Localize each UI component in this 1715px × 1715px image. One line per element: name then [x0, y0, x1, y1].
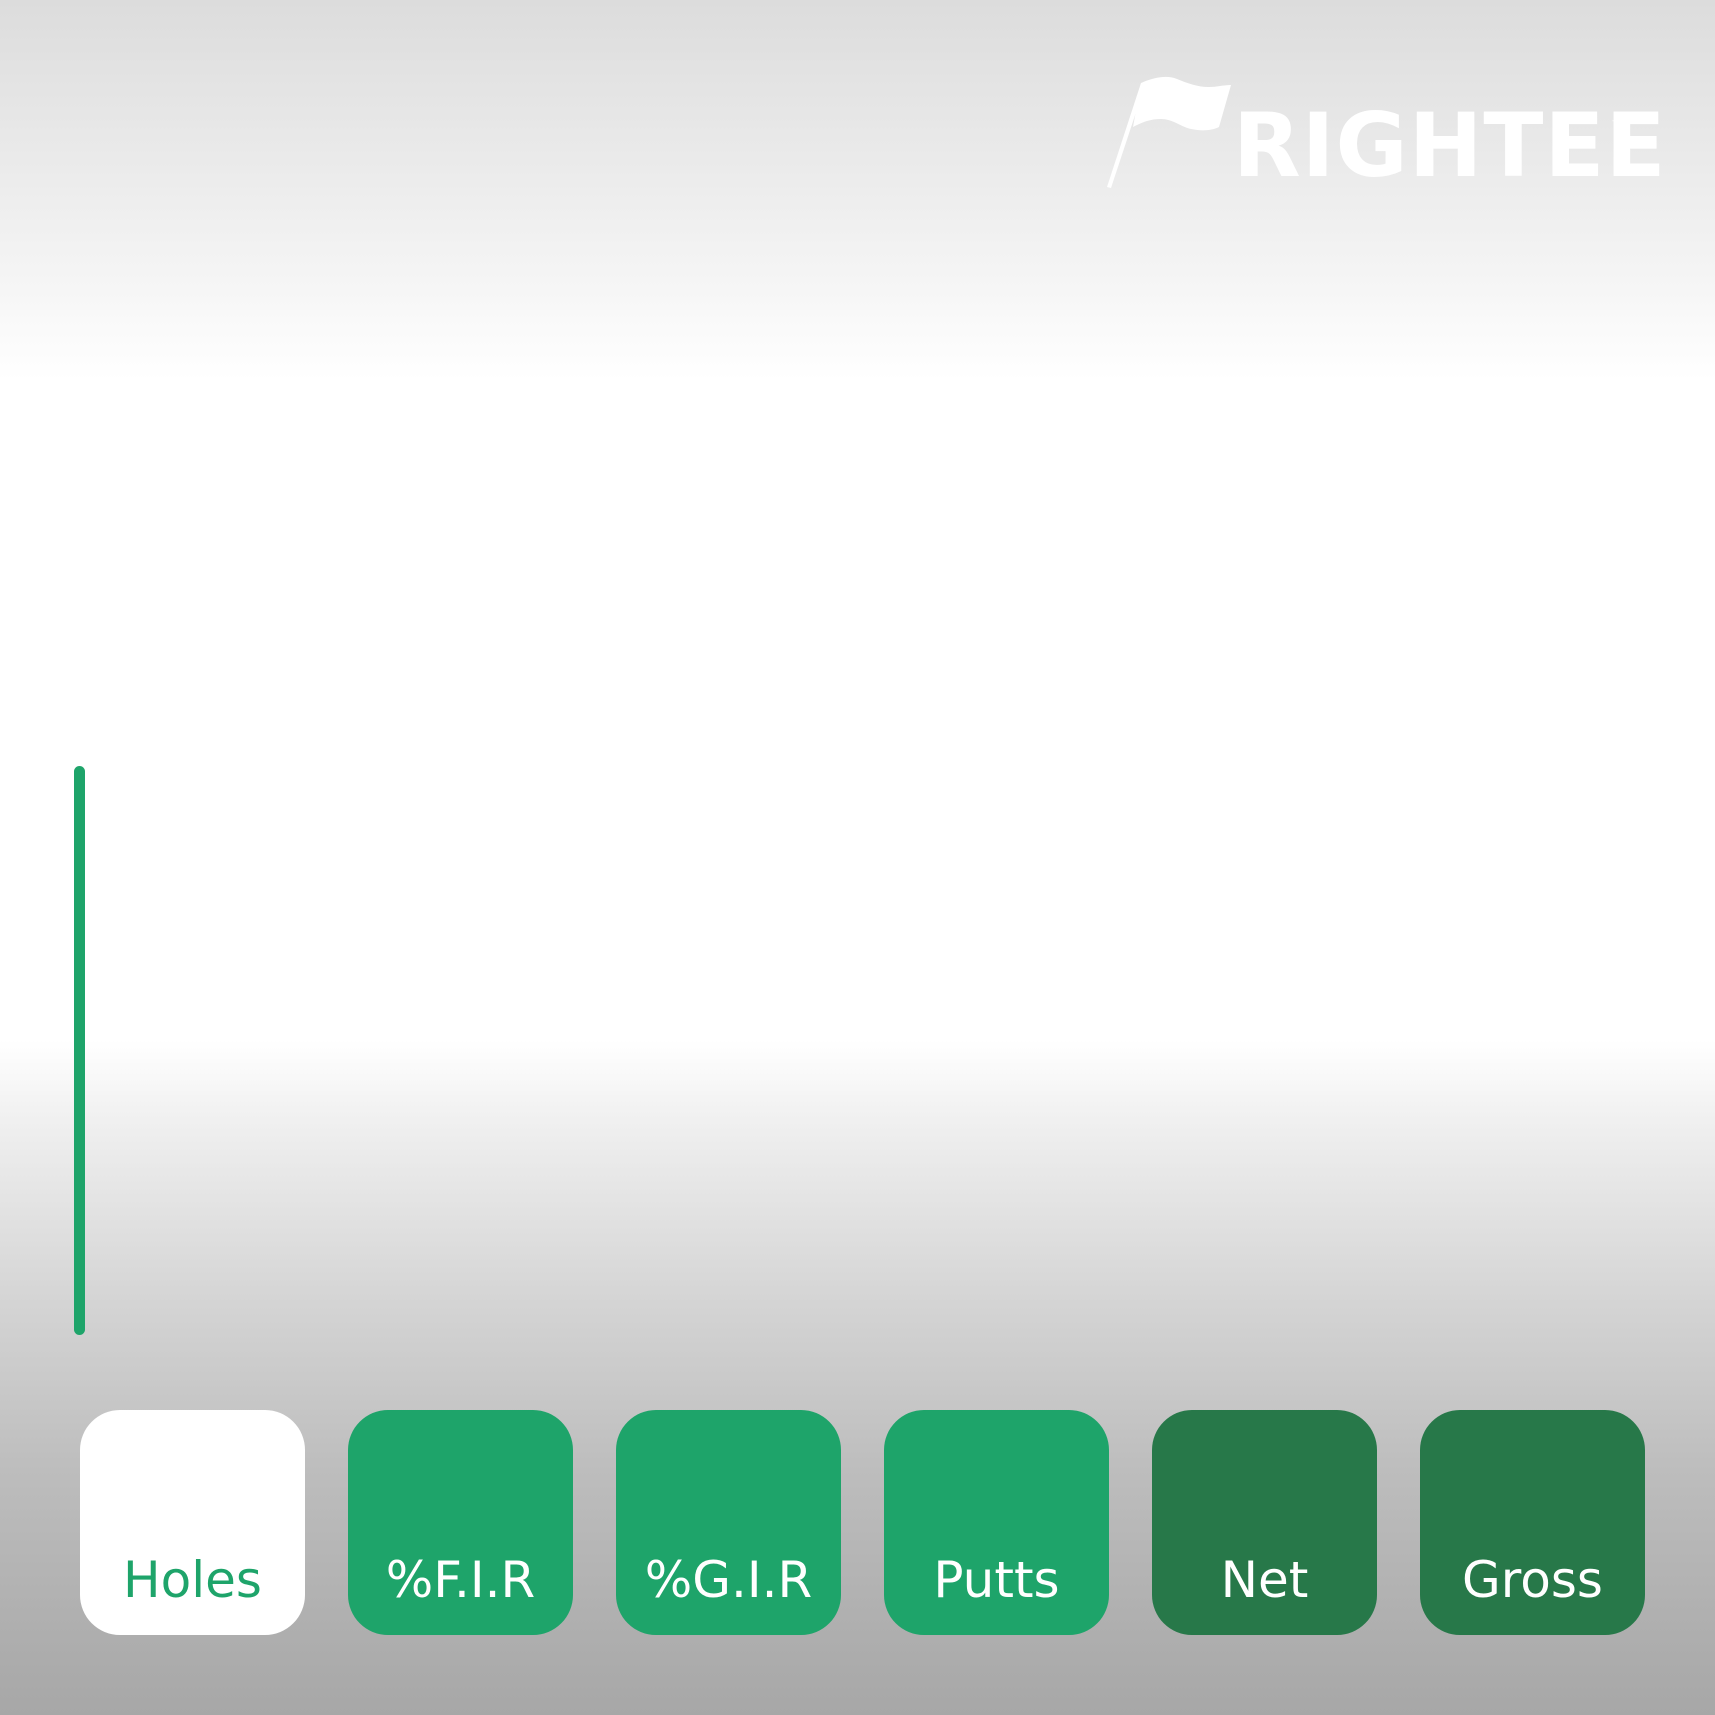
- brand-name: RIGHTEE: [1233, 94, 1667, 197]
- tile-label: %G.I.R: [644, 1551, 813, 1609]
- progress-track: [74, 766, 85, 1335]
- tile-putts[interactable]: Putts: [884, 1410, 1109, 1635]
- brand-logo: RIGHTEE ™: [1105, 75, 1666, 195]
- flag-icon: [1107, 76, 1231, 188]
- tile-label: Putts: [933, 1551, 1060, 1609]
- tile-label: %F.I.R: [385, 1551, 536, 1609]
- tile-net[interactable]: Net: [1152, 1410, 1377, 1635]
- tile-fir[interactable]: %F.I.R: [348, 1410, 573, 1635]
- tile-label: Holes: [123, 1551, 262, 1609]
- trademark-symbol: ™: [1610, 117, 1626, 136]
- stat-tiles: Holes %F.I.R %G.I.R Putts Net Gross: [80, 1410, 1645, 1635]
- tile-label: Gross: [1462, 1551, 1603, 1609]
- tile-gir[interactable]: %G.I.R: [616, 1410, 841, 1635]
- tile-gross[interactable]: Gross: [1420, 1410, 1645, 1635]
- stats-screen: { "brand": { "name": "RIGHTEE", "tradema…: [0, 0, 1715, 1715]
- tile-holes[interactable]: Holes: [80, 1410, 305, 1635]
- tile-label: Net: [1220, 1551, 1309, 1609]
- progress-fill: [74, 766, 85, 1335]
